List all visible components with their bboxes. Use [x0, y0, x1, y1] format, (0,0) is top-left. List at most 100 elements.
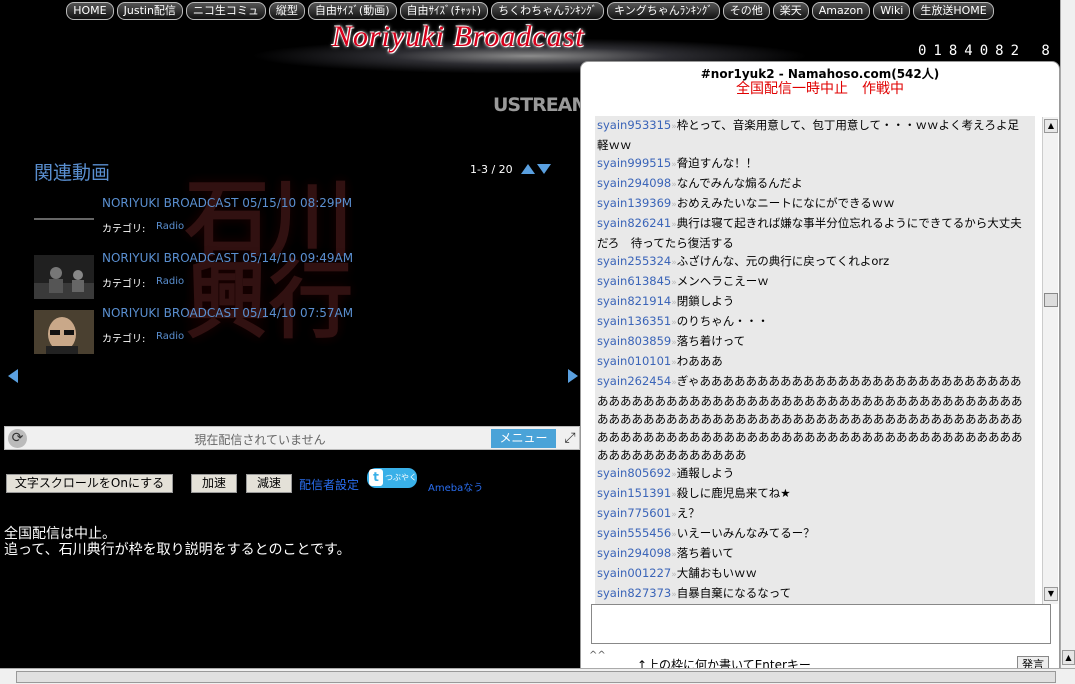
chat-username[interactable]: syain953315 [597, 118, 671, 132]
scroll-up-icon[interactable]: ▲ [1044, 119, 1058, 133]
nav-button[interactable]: キングちゃんﾗﾝｷﾝｸﾞ [607, 2, 720, 20]
chat-message: syain151391»殺しに鹿児島来てね★ [595, 484, 1035, 504]
chat-message: syain001227»大舗おもいｗｗ [595, 564, 1035, 584]
chat-username[interactable]: syain803859 [597, 334, 671, 348]
nav-button[interactable]: Amazon [811, 2, 871, 20]
nav-button[interactable]: 生放送HOME [913, 2, 994, 20]
chat-username[interactable]: syain294098 [597, 546, 671, 560]
ameba-link[interactable]: Amebaなう [428, 479, 483, 494]
chat-username[interactable]: syain262454 [597, 374, 671, 388]
chat-text: 脅迫すんな！！ [676, 156, 758, 170]
chat-log[interactable]: syain953315»枠とって、音楽用意して、包丁用意して・・・ｗｗよく考えろ… [595, 116, 1035, 604]
tweet-label: つぶやく [385, 473, 417, 482]
video-category[interactable]: Radio [156, 221, 184, 232]
chat-text: メンヘラこえーｗ [676, 274, 769, 288]
nav-button[interactable]: 自由ｻｲｽﾞ(ﾁｬｯﾄ) [399, 2, 489, 20]
video-item[interactable]: NORIYUKI BROADCAST 05/14/10 09:49AM カテゴリ… [34, 251, 574, 305]
page-down-icon[interactable] [537, 164, 551, 174]
chat-username[interactable]: syain139369 [597, 196, 671, 210]
chat-username[interactable]: syain294098 [597, 176, 671, 190]
video-category[interactable]: Radio [156, 331, 184, 342]
video-title[interactable]: NORIYUKI BROADCAST 05/14/10 07:57AM [102, 306, 353, 320]
chat-username[interactable]: syain001227 [597, 566, 671, 580]
twitter-tweet-icon[interactable]: t つぶやく [367, 468, 417, 488]
video-item[interactable]: NORIYUKI BROADCAST 05/15/10 08:29PM カテゴリ… [34, 196, 574, 250]
video-thumbnail[interactable] [34, 255, 94, 299]
site-title: Noriyuki Broadcast [332, 20, 585, 53]
chat-message: syain139369»おめえみたいなニートになにができるｗｗ [595, 194, 1035, 214]
scroll-thumb[interactable] [1044, 293, 1058, 307]
related-title: 関連動画 [34, 162, 111, 184]
nav-button[interactable]: その他 [722, 2, 770, 20]
chat-username[interactable]: syain999515 [597, 156, 671, 170]
page-up-icon[interactable] [521, 164, 535, 174]
fullscreen-icon[interactable]: ⤢ [561, 429, 579, 447]
chat-message: syain294098»落ち着いて [595, 544, 1035, 564]
menu-button[interactable]: メニュー [491, 429, 556, 448]
next-arrow-icon[interactable] [568, 369, 578, 383]
chat-username[interactable]: syain151391 [597, 486, 671, 500]
video-category-label: カテゴリ: [102, 224, 146, 235]
chat-username[interactable]: syain827373 [597, 586, 671, 600]
chat-message: syain294098»なんでみんな煽るんだよ [595, 174, 1035, 194]
chat-message: syain826241»典行は寝て起きれば嫌な事半分位忘れるようにできてるから大… [595, 214, 1035, 252]
video-thumbnail[interactable] [34, 310, 94, 354]
video-category[interactable]: Radio [156, 276, 184, 287]
chat-username[interactable]: syain555456 [597, 526, 671, 540]
chat-username[interactable]: syain613845 [597, 274, 671, 288]
chat-text: 通報しよう [676, 466, 735, 480]
text-scroll-button[interactable]: 文字スクロールをOnにする [6, 474, 173, 493]
chat-input[interactable] [591, 604, 1051, 644]
chat-message: syain555456»いえーいみんなみてるー？ [595, 524, 1035, 544]
notice-line: 追って、石川典行が枠を取り説明をするとのことです。 [4, 542, 351, 558]
chat-message: syain827373»自暴自棄になるなって [595, 584, 1035, 604]
chat-scrollbar[interactable]: ▲ ▼ [1042, 117, 1058, 604]
chat-username[interactable]: syain775601 [597, 506, 671, 520]
chat-message: syain953315»枠とって、音楽用意して、包丁用意して・・・ｗｗよく考えろ… [595, 116, 1035, 154]
chat-message: syain999515»脅迫すんな！！ [595, 154, 1035, 174]
chat-message: syain613845»メンヘラこえーｗ [595, 272, 1035, 292]
chat-username[interactable]: syain826241 [597, 216, 671, 230]
chat-text: 自暴自棄になるなって [676, 586, 792, 600]
face-icon: ^^ [589, 650, 606, 661]
player-status-bar: ⟳ 現在配信されていません メニュー ⤢ [4, 426, 580, 450]
chat-username[interactable]: syain136351 [597, 314, 671, 328]
prev-arrow-icon[interactable] [8, 369, 18, 383]
chat-text: おめえみたいなニートになにができるｗｗ [676, 196, 895, 210]
chat-message: syain255324»ふざけんな、元の典行に戻ってくれよorz [595, 252, 1035, 272]
scroll-down-icon[interactable]: ▼ [1044, 587, 1058, 601]
scroll-up-icon[interactable]: ▲ [1062, 650, 1075, 665]
stream-status: 現在配信されていません [194, 433, 326, 447]
broadcaster-settings-link[interactable]: 配信者設定 [299, 476, 359, 493]
chat-username[interactable]: syain010101 [597, 354, 671, 368]
chat-text: のりちゃん・・・ [676, 314, 769, 328]
nav-button[interactable]: 楽天 [772, 2, 809, 20]
thumbnail-image [34, 255, 94, 299]
nav-button[interactable]: ちくわちゃんﾗﾝｷﾝｸﾞ [491, 2, 605, 20]
window-vertical-scrollbar[interactable]: ▲ [1060, 0, 1075, 668]
chat-message: syain262454»ぎゃああああああああああああああああああああああああああ… [595, 372, 1035, 464]
chat-username[interactable]: syain255324 [597, 254, 671, 268]
chat-text: ふざけんな、元の典行に戻ってくれよorz [676, 254, 890, 268]
video-item[interactable]: NORIYUKI BROADCAST 05/14/10 07:57AM カテゴリ… [34, 306, 574, 360]
nav-button[interactable]: ニコ生コミュ [185, 2, 266, 20]
chat-text: 閉鎖しよう [676, 294, 735, 308]
chat-text: 落ち着けって [676, 334, 746, 348]
chat-text: 殺しに鹿児島来てね★ [676, 486, 791, 500]
nav-button[interactable]: Wiki [873, 2, 911, 20]
nav-button[interactable]: HOME [66, 2, 114, 20]
nav-button[interactable]: 自由ｻｲｽﾞ(動画) [307, 2, 397, 20]
chat-username[interactable]: syain805692 [597, 466, 671, 480]
notice-line: 全国配信は中止。 [4, 526, 116, 542]
scroll-thumb[interactable] [16, 671, 1056, 683]
video-title[interactable]: NORIYUKI BROADCAST 05/14/10 09:49AM [102, 251, 353, 265]
video-thumbnail[interactable] [34, 200, 94, 220]
chat-message: syain803859»落ち着けって [595, 332, 1035, 352]
window-horizontal-scrollbar[interactable] [0, 668, 1075, 684]
speed-up-button[interactable]: 加速 [191, 474, 237, 493]
nav-button[interactable]: 縦型 [268, 2, 305, 20]
nav-button[interactable]: Justin配信 [116, 2, 183, 20]
speed-down-button[interactable]: 減速 [246, 474, 292, 493]
video-title[interactable]: NORIYUKI BROADCAST 05/15/10 08:29PM [102, 196, 352, 210]
chat-username[interactable]: syain821914 [597, 294, 671, 308]
